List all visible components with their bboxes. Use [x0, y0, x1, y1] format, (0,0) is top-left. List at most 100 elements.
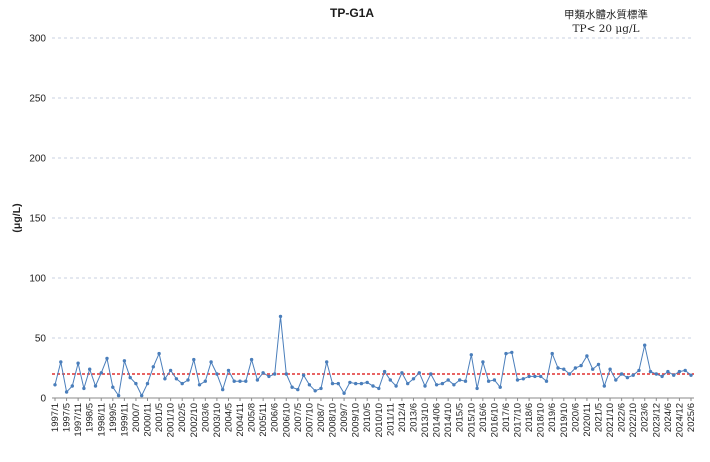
x-tick-label: 2004/11: [235, 403, 246, 437]
x-tick-label: 1998/5: [85, 403, 96, 432]
x-tick-label: 2013/10: [420, 403, 431, 437]
x-tick-label: 2004/5: [223, 403, 234, 432]
data-point: [677, 369, 682, 374]
data-point: [400, 371, 404, 375]
data-point: [111, 385, 115, 389]
gridlines: [52, 37, 694, 399]
x-tick-label: 2001/10: [166, 403, 177, 437]
series-tp: [54, 316, 692, 397]
data-point: [325, 360, 329, 364]
data-point: [689, 373, 693, 377]
x-tick-label: 2025/6: [686, 403, 697, 432]
data-point: [625, 375, 630, 380]
data-point: [486, 379, 491, 383]
data-point: [64, 390, 69, 394]
x-tick-label: 2012/4: [397, 403, 408, 432]
x-tick-label: 2001/5: [154, 403, 165, 432]
data-point: [186, 378, 190, 382]
x-tick-label: 2010/5: [362, 403, 373, 432]
data-point: [504, 351, 508, 356]
x-tick-label: 2015/10: [466, 403, 477, 437]
x-tick-label: 1997/5: [62, 403, 73, 432]
data-point: [151, 365, 155, 369]
data-point: [354, 381, 358, 386]
data-point: [278, 314, 283, 319]
x-tick-label: 2009/10: [351, 403, 362, 437]
x-tick-label: 2020/11: [582, 403, 593, 437]
data-point: [596, 362, 601, 367]
x-tick-label: 2018/10: [536, 403, 547, 437]
data-point: [446, 378, 450, 382]
x-tick-label: 2015/5: [455, 403, 466, 432]
data-markers: [53, 314, 693, 398]
data-point: [261, 371, 265, 375]
y-tick-label-250: 250: [29, 94, 46, 105]
x-tick-label: 2023/12: [651, 403, 662, 437]
data-point: [544, 379, 549, 383]
data-point: [82, 386, 86, 391]
x-tick-label: 2017/10: [513, 403, 524, 437]
data-point: [59, 360, 63, 364]
data-point: [157, 351, 161, 356]
data-point: [683, 368, 687, 373]
x-tick-label: 1997/1: [50, 403, 61, 432]
x-tick-label: 2020/6: [570, 403, 581, 432]
data-point: [567, 372, 572, 376]
data-point: [122, 359, 127, 363]
data-point: [434, 383, 439, 387]
data-point: [197, 383, 202, 387]
x-tick-label: 2005/8: [247, 403, 258, 432]
chart: TP-G1A 甲類水體水質標準 TP< 20 μg/L (μg/L) 0 50 10…: [11, 6, 697, 437]
x-tick-label: 2009/7: [339, 403, 350, 432]
standard-label-line2: TP< 20 μg/L: [573, 23, 640, 35]
data-point: [648, 369, 653, 374]
data-point: [388, 378, 392, 382]
data-point: [93, 384, 98, 388]
x-tick-label: 2019/10: [559, 403, 570, 437]
data-point: [643, 343, 647, 347]
data-point: [163, 377, 167, 381]
data-point: [342, 391, 346, 395]
data-point: [232, 379, 236, 383]
standard-label-line1: 甲類水體水質標準: [564, 8, 648, 21]
y-tick-labels: 0 50 100 150 200 250 300: [29, 34, 46, 405]
y-tick-label-300: 300: [29, 34, 46, 45]
x-tick-label: 2007/10: [304, 403, 315, 437]
data-point: [510, 350, 514, 355]
data-point: [203, 379, 207, 383]
data-point: [359, 381, 364, 386]
x-tick-label: 2005/11: [258, 403, 269, 437]
y-tick-label-0: 0: [40, 394, 46, 405]
data-point: [284, 372, 288, 376]
data-point: [174, 377, 179, 381]
data-point: [140, 393, 144, 398]
x-tick-label: 2011/11: [385, 403, 396, 436]
data-point: [255, 378, 260, 382]
data-point: [608, 367, 612, 371]
x-tick-label: 2002/10: [189, 403, 200, 437]
data-point: [180, 381, 184, 386]
x-tick-label: 2003/6: [200, 403, 211, 432]
data-point: [654, 372, 658, 376]
data-point: [76, 361, 80, 365]
data-point: [452, 383, 456, 387]
data-point: [394, 384, 398, 388]
y-tick-label-150: 150: [29, 214, 46, 225]
x-tick-label: 2002/5: [177, 403, 188, 432]
x-tick-label: 2018/6: [524, 403, 535, 432]
data-point: [249, 357, 254, 362]
x-tick-label: 1999/5: [108, 403, 119, 432]
data-point: [319, 386, 323, 391]
data-point: [463, 379, 468, 383]
data-point: [440, 381, 445, 386]
x-tick-label: 2022/10: [628, 403, 639, 437]
data-point: [631, 373, 635, 377]
data-point: [429, 372, 433, 376]
x-tick-label: 2013/6: [408, 403, 419, 432]
data-point: [128, 375, 132, 380]
data-point: [221, 387, 225, 392]
data-point: [192, 357, 196, 362]
x-tick-label: 2006/10: [281, 403, 292, 437]
data-point: [550, 351, 554, 356]
data-point: [619, 372, 624, 376]
